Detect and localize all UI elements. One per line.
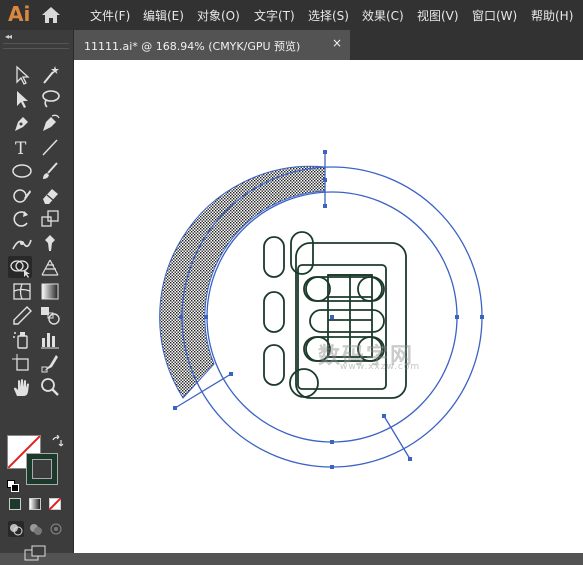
swap-fill-stroke-icon[interactable] — [50, 434, 64, 448]
document-tab[interactable]: 11111.ai* @ 168.94% (CMYK/GPU 预览) × — [74, 30, 350, 60]
hand-tool-icon[interactable] — [10, 376, 34, 398]
selection-tool-icon[interactable] — [10, 64, 34, 86]
close-icon[interactable]: × — [332, 36, 342, 50]
lasso-tool-icon[interactable] — [38, 88, 62, 110]
gradient-mode-icon[interactable] — [29, 498, 41, 510]
stroke-color-swatch[interactable] — [26, 453, 58, 485]
phone-outline — [263, 231, 407, 399]
width-tool-icon[interactable] — [10, 232, 34, 254]
symbol-sprayer-tool-icon[interactable] — [10, 328, 34, 350]
pen-tool-icon[interactable] — [10, 112, 34, 134]
color-mode-icon[interactable] — [9, 498, 21, 510]
menu-help[interactable]: 帮助(H) — [531, 7, 573, 24]
screen-mode-icon[interactable] — [24, 545, 48, 561]
ellipse-tool-icon[interactable] — [10, 160, 34, 182]
draw-inside-icon[interactable] — [48, 521, 64, 537]
direct-selection-tool-icon[interactable] — [10, 88, 34, 110]
curvature-tool-icon[interactable] — [38, 112, 62, 134]
home-icon[interactable] — [40, 5, 62, 25]
document-tab-bar: 11111.ai* @ 168.94% (CMYK/GPU 预览) × — [74, 30, 583, 60]
scale-tool-icon[interactable] — [38, 208, 62, 230]
menu-window[interactable]: 窗口(W) — [472, 7, 517, 24]
menu-file[interactable]: 文件(F) — [90, 7, 130, 24]
perspective-grid-tool-icon[interactable] — [38, 256, 62, 278]
menu-object[interactable]: 对象(O) — [197, 7, 240, 24]
eraser-tool-icon[interactable] — [38, 184, 62, 206]
selected-ring-segment — [159, 165, 326, 399]
draw-behind-icon[interactable] — [28, 521, 44, 537]
blend-tool-icon[interactable] — [38, 304, 62, 326]
gradient-tool-icon[interactable] — [38, 280, 62, 302]
magic-wand-tool-icon[interactable] — [38, 64, 62, 86]
slice-tool-icon[interactable] — [38, 352, 62, 374]
type-tool-icon[interactable]: T — [10, 136, 34, 158]
menu-effect[interactable]: 效果(C) — [362, 7, 404, 24]
panel-grip[interactable] — [3, 43, 69, 49]
line-segment-tool-icon[interactable] — [38, 136, 62, 158]
menu-select[interactable]: 选择(S) — [308, 7, 349, 24]
watermark-url: www.xxzw.com — [340, 362, 421, 372]
menu-type[interactable]: 文字(T) — [254, 7, 295, 24]
column-graph-tool-icon[interactable] — [38, 328, 62, 350]
artwork — [159, 150, 484, 469]
puppet-warp-tool-icon[interactable] — [38, 232, 62, 254]
zoom-tool-icon[interactable] — [38, 376, 62, 398]
menu-view[interactable]: 视图(V) — [417, 7, 459, 24]
default-fill-stroke-icon[interactable] — [7, 477, 19, 492]
draw-normal-icon[interactable] — [8, 521, 24, 537]
none-mode-icon[interactable] — [49, 498, 61, 510]
menu-bar: Ai 文件(F) 编辑(E) 对象(O) 文字(T) 选择(S) 效果(C) 视… — [0, 0, 583, 30]
mesh-tool-icon[interactable] — [10, 280, 34, 302]
app-logo: Ai — [8, 2, 31, 26]
artboard-tool-icon[interactable] — [10, 352, 34, 374]
rotate-tool-icon[interactable] — [10, 208, 34, 230]
tools-panel: ◂◂ T — [0, 30, 74, 561]
artboard-canvas[interactable]: 数码字网 www.xxzw.com — [74, 60, 583, 553]
shaper-tool-icon[interactable] — [10, 184, 34, 206]
document-tab-title: 11111.ai* @ 168.94% (CMYK/GPU 预览) — [84, 40, 301, 53]
paintbrush-tool-icon[interactable] — [38, 160, 62, 182]
shape-builder-tool-icon[interactable] — [8, 256, 32, 278]
svg-text:T: T — [15, 139, 27, 158]
eyedropper-tool-icon[interactable] — [10, 304, 34, 326]
collapse-panel-icon[interactable]: ◂◂ — [5, 32, 12, 41]
menu-edit[interactable]: 编辑(E) — [143, 7, 184, 24]
